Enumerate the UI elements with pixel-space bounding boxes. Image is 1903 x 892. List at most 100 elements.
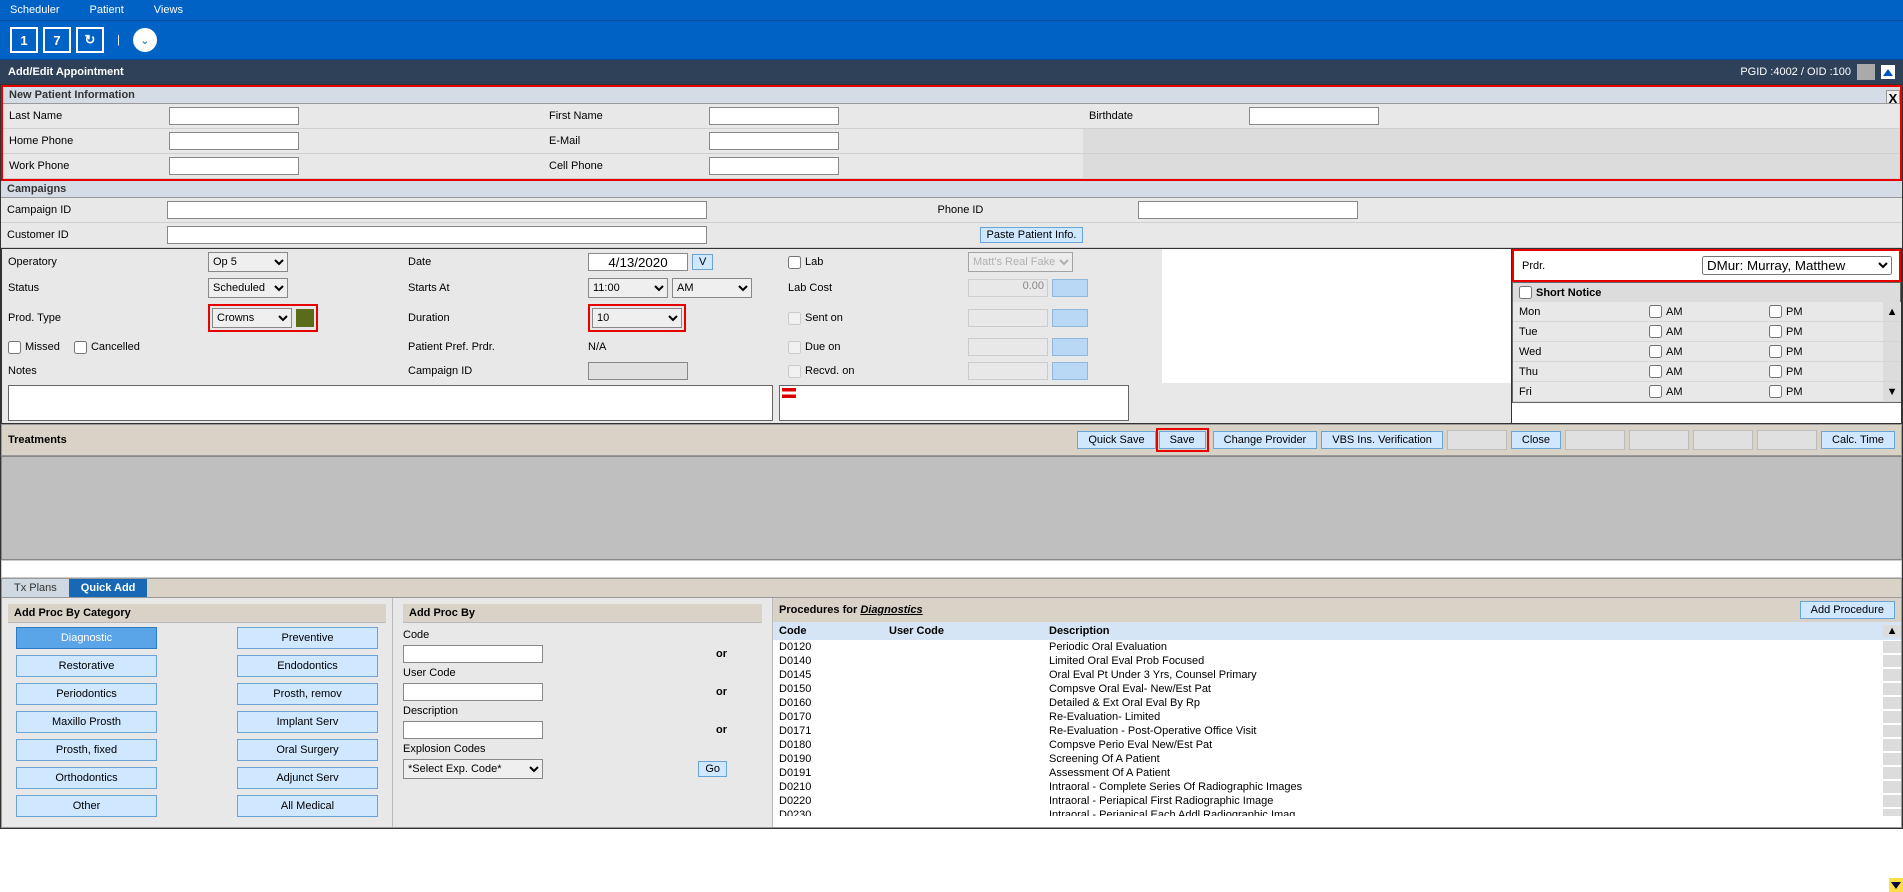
procedure-row[interactable]: D0180Compsve Perio Eval New/Est Pat <box>773 738 1901 752</box>
go-button[interactable]: Go <box>698 761 727 777</box>
starts-ampm-select[interactable]: AM <box>672 278 752 298</box>
tab-quick-add[interactable]: Quick Add <box>69 579 148 597</box>
vbs-verification-button[interactable]: VBS Ins. Verification <box>1321 431 1443 449</box>
prdr-select[interactable]: DMur: Murray, Matthew <box>1702 256 1892 275</box>
print-icon[interactable] <box>1857 64 1875 80</box>
quick-save-button[interactable]: Quick Save <box>1077 431 1155 449</box>
sched-am-checkbox[interactable] <box>1649 345 1662 358</box>
sched-scrollbar[interactable]: ▲ <box>1883 302 1901 322</box>
add-procedure-button[interactable]: Add Procedure <box>1800 601 1895 619</box>
flag-box[interactable] <box>779 385 1129 421</box>
scroll-up-icon[interactable]: ▲ <box>1883 625 1901 637</box>
category-button[interactable]: Restorative <box>16 655 157 677</box>
category-button[interactable]: Endodontics <box>237 655 378 677</box>
save-button[interactable]: Save <box>1159 431 1206 449</box>
email-input[interactable] <box>709 132 839 150</box>
duration-select[interactable]: 10 <box>592 308 682 328</box>
category-button[interactable]: Implant Serv <box>237 711 378 733</box>
sched-pm-checkbox[interactable] <box>1769 365 1782 378</box>
sched-scrollbar[interactable] <box>1883 362 1901 382</box>
operatory-select[interactable]: Op 5 <box>208 252 288 272</box>
day-view-icon[interactable]: 1 <box>10 27 38 53</box>
category-button[interactable]: Oral Surgery <box>237 739 378 761</box>
tab-tx-plans[interactable]: Tx Plans <box>2 579 69 597</box>
sched-am-checkbox[interactable] <box>1649 325 1662 338</box>
proc-scrollbar[interactable] <box>1883 767 1901 779</box>
category-button[interactable]: Periodontics <box>16 683 157 705</box>
menu-patient[interactable]: Patient <box>90 4 124 16</box>
paste-patient-button[interactable]: Paste Patient Info. <box>980 227 1084 243</box>
cell-phone-input[interactable] <box>709 157 839 175</box>
starts-hour-select[interactable]: 11:00 <box>588 278 668 298</box>
sched-scrollbar[interactable] <box>1883 342 1901 362</box>
procedure-row[interactable]: D0150Compsve Oral Eval- New/Est Pat <box>773 682 1901 696</box>
code-input[interactable] <box>403 645 543 663</box>
sched-scrollbar[interactable] <box>1883 322 1901 342</box>
close-button[interactable]: Close <box>1511 431 1561 449</box>
procedure-row[interactable]: D0191Assessment Of A Patient <box>773 766 1901 780</box>
procedure-row[interactable]: D0230Intraoral - Periapical Each Addl Ra… <box>773 808 1901 816</box>
refresh-icon[interactable]: ↻ <box>76 27 104 53</box>
work-phone-input[interactable] <box>169 157 299 175</box>
procedure-row[interactable]: D0190Screening Of A Patient <box>773 752 1901 766</box>
proc-scrollbar[interactable] <box>1883 669 1901 681</box>
sched-am-checkbox[interactable] <box>1649 385 1662 398</box>
proc-scrollbar[interactable] <box>1883 795 1901 807</box>
procedure-row[interactable]: D0210Intraoral - Complete Series Of Radi… <box>773 780 1901 794</box>
procedure-row[interactable]: D0160Detailed & Ext Oral Eval By Rp <box>773 696 1901 710</box>
collapse-up-icon[interactable] <box>1881 65 1895 79</box>
category-button[interactable]: Prosth, fixed <box>16 739 157 761</box>
campaign-id-input[interactable] <box>167 201 707 219</box>
short-notice-checkbox[interactable] <box>1519 286 1532 299</box>
close-icon[interactable]: X <box>1886 90 1900 104</box>
calc-time-button[interactable]: Calc. Time <box>1821 431 1895 449</box>
category-button[interactable]: Diagnostic <box>16 627 157 649</box>
procedure-row[interactable]: D0140Limited Oral Eval Prob Focused <box>773 654 1901 668</box>
procedure-row[interactable]: D0171Re-Evaluation - Post-Operative Offi… <box>773 724 1901 738</box>
procedure-row[interactable]: D0220Intraoral - Periapical First Radiog… <box>773 794 1901 808</box>
customer-id-input[interactable] <box>167 226 707 244</box>
cancelled-checkbox[interactable] <box>74 341 87 354</box>
prod-type-select[interactable]: Crowns <box>212 308 292 328</box>
category-button[interactable]: Orthodontics <box>16 767 157 789</box>
proc-scrollbar[interactable] <box>1883 725 1901 737</box>
last-name-input[interactable] <box>169 107 299 125</box>
lab-checkbox[interactable] <box>788 256 801 269</box>
sched-pm-checkbox[interactable] <box>1769 385 1782 398</box>
menu-scheduler[interactable]: Scheduler <box>10 4 60 16</box>
birthdate-input[interactable] <box>1249 107 1379 125</box>
sent-on-slot[interactable] <box>1052 309 1088 327</box>
category-button[interactable]: All Medical <box>237 795 378 817</box>
proc-scrollbar[interactable] <box>1883 683 1901 695</box>
sched-scrollbar[interactable]: ▼ <box>1883 382 1901 402</box>
proc-scrollbar[interactable] <box>1883 697 1901 709</box>
status-select[interactable]: Scheduled <box>208 278 288 298</box>
proc-scrollbar[interactable] <box>1883 753 1901 765</box>
proc-scrollbar[interactable] <box>1883 781 1901 793</box>
notes-textarea[interactable] <box>8 385 773 421</box>
category-button[interactable]: Preventive <box>237 627 378 649</box>
procedure-row[interactable]: D0170Re-Evaluation- Limited <box>773 710 1901 724</box>
proc-scrollbar[interactable] <box>1883 739 1901 751</box>
home-phone-input[interactable] <box>169 132 299 150</box>
category-button[interactable]: Other <box>16 795 157 817</box>
user-code-input[interactable] <box>403 683 543 701</box>
sched-pm-checkbox[interactable] <box>1769 345 1782 358</box>
category-button[interactable]: Prosth, remov <box>237 683 378 705</box>
procedure-row[interactable]: D0145Oral Eval Pt Under 3 Yrs, Counsel P… <box>773 668 1901 682</box>
lab-cost-slot[interactable] <box>1052 279 1088 297</box>
due-on-slot[interactable] <box>1052 338 1088 356</box>
category-button[interactable]: Adjunct Serv <box>237 767 378 789</box>
date-v-button[interactable]: V <box>692 254 713 270</box>
recvd-on-slot[interactable] <box>1052 362 1088 380</box>
proc-scrollbar[interactable] <box>1883 641 1901 653</box>
expand-down-icon[interactable] <box>1889 878 1903 892</box>
proc-scrollbar[interactable] <box>1883 655 1901 667</box>
explosion-select[interactable]: *Select Exp. Code* <box>403 759 543 779</box>
sched-am-checkbox[interactable] <box>1649 305 1662 318</box>
proc-scrollbar[interactable] <box>1883 711 1901 723</box>
week-view-icon[interactable]: 7 <box>43 27 71 53</box>
phone-id-input[interactable] <box>1138 201 1358 219</box>
date-input[interactable] <box>588 253 688 271</box>
first-name-input[interactable] <box>709 107 839 125</box>
